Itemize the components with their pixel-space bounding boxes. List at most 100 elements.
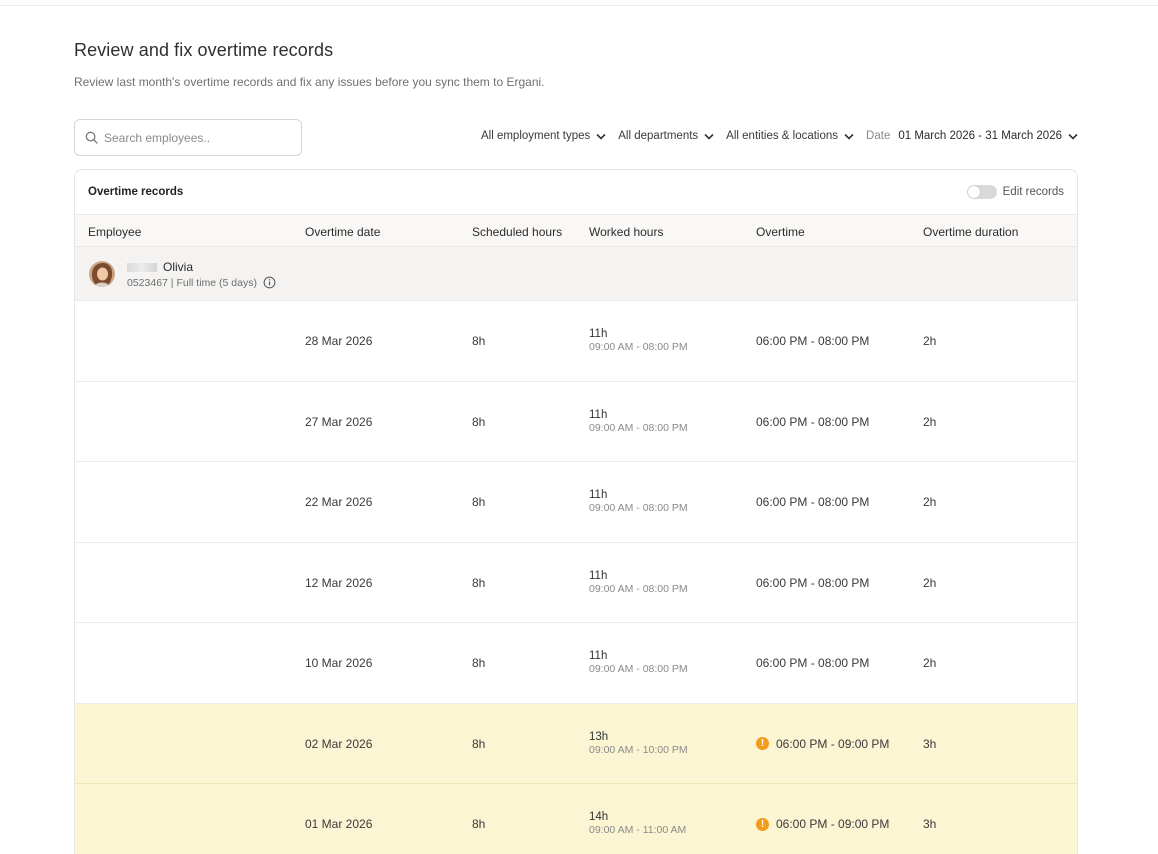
- scheduled-hours-cell: 8h: [472, 656, 486, 670]
- overtime-cell: 06:00 PM - 08:00 PM: [756, 334, 869, 348]
- worked-hours-range: 09:00 AM - 08:00 PM: [589, 663, 688, 675]
- column-header-overtime[interactable]: Overtime: [756, 225, 805, 239]
- redacted-surname: [127, 262, 157, 272]
- scheduled-hours-cell: 8h: [472, 414, 486, 429]
- date-filter[interactable]: Date 01 March 2026 - 31 March 2026: [866, 130, 1078, 142]
- column-header-overtime-date[interactable]: Overtime date: [305, 225, 380, 239]
- edit-records-label: Edit records: [1002, 186, 1064, 198]
- top-divider: [0, 5, 1158, 6]
- worked-hours-total: 11h: [589, 328, 608, 340]
- table-header: Employee Overtime date Scheduled hours W…: [75, 214, 1077, 247]
- scheduled-hours-cell: 8h: [472, 817, 486, 831]
- warning-icon[interactable]: !: [756, 817, 769, 831]
- overtime-duration-cell: 2h: [923, 656, 937, 670]
- worked-hours-range: 09:00 AM - 10:00 PM: [589, 743, 688, 756]
- employee-meta-text: 0523467 | Full time (5 days): [127, 276, 257, 289]
- overtime-duration-cell: 3h: [923, 817, 937, 831]
- table-row[interactable]: 02 Mar 2026 8h 13h 09:00 AM - 10:00 PM! 06:0…: [75, 703, 1077, 784]
- worked-hours-range: 09:00 AM - 08:00 PM: [589, 341, 688, 353]
- table-row[interactable]: 10 Mar 2026 8h 11h 09:00 AM - 08:00 PM 06:00…: [75, 623, 1077, 704]
- overtime-date-cell: 02 Mar 2026: [305, 736, 373, 751]
- department-filter-label: All departments: [618, 130, 699, 142]
- overtime-cell: 06:00 PM - 08:00 PM: [756, 576, 869, 590]
- table-body: 28 Mar 2026 8h 11h 09:00 AM - 08:00 PM 06:00…: [75, 301, 1077, 854]
- worked-hours-total: 11h: [589, 489, 608, 501]
- toggle-switch[interactable]: [966, 185, 997, 199]
- overtime-date-cell: 22 Mar 2026: [305, 495, 373, 509]
- employee-group-row[interactable]: Olivia 0523467 | Full time (5 days): [75, 247, 1077, 301]
- overtime-duration-cell: 2h: [923, 495, 937, 509]
- overtime-cell: 06:00 PM - 08:00 PM: [756, 656, 869, 670]
- overtime-range: 06:00 PM - 08:00 PM: [756, 575, 870, 590]
- scheduled-hours-cell: 8h: [472, 495, 486, 509]
- chevron-down-icon: [704, 133, 714, 140]
- worked-hours-range: 09:00 AM - 11:00 AM: [589, 824, 687, 836]
- overtime-date-cell: 10 Mar 2026: [305, 656, 373, 670]
- date-filter-value: 01 March 2026 - 31 March 2026: [898, 130, 1062, 142]
- toggle-knob: [967, 186, 980, 198]
- scheduled-hours-cell: 8h: [472, 575, 486, 590]
- overtime-date-cell: 12 Mar 2026: [305, 575, 373, 590]
- department-filter[interactable]: All departments: [618, 130, 714, 142]
- entities-filter[interactable]: All entities & locations: [726, 130, 854, 142]
- employee-name[interactable]: Olivia: [127, 260, 193, 274]
- date-filter-label: Date: [866, 130, 891, 142]
- worked-hours-cell: 11h 09:00 AM - 08:00 PM: [589, 409, 688, 434]
- worked-hours-total: 11h: [589, 650, 608, 662]
- employment-type-filter[interactable]: All employment types: [481, 130, 606, 142]
- filter-bar: All employment types All departments All…: [469, 130, 1078, 142]
- table-row[interactable]: 28 Mar 2026 8h 11h 09:00 AM - 08:00 PM 06:00…: [75, 301, 1077, 382]
- column-header-employee[interactable]: Employee: [88, 225, 141, 239]
- search-box[interactable]: [74, 119, 302, 156]
- overtime-range: 06:00 PM - 08:00 PM: [756, 495, 870, 509]
- overtime-cell: ! 06:00 PM - 09:00 PM: [756, 817, 889, 831]
- overtime-duration-cell: 2h: [923, 575, 937, 590]
- table-row[interactable]: 22 Mar 2026 8h 11h 09:00 AM - 08:00 PM 06:00…: [75, 462, 1077, 543]
- overtime-cell: 06:00 PM - 08:00 PM: [756, 495, 869, 509]
- employment-type-filter-label: All employment types: [480, 130, 591, 142]
- entities-filter-label: All entities & locations: [726, 130, 839, 142]
- worked-hours-total: 11h: [589, 569, 608, 582]
- table-row[interactable]: 12 Mar 2026 8h 11h 09:00 AM - 08:00 PM 06:00…: [75, 543, 1077, 623]
- worked-hours-cell: 13h 09:00 AM - 10:00 PM: [589, 731, 688, 756]
- chevron-down-icon: [1068, 133, 1078, 140]
- overtime-duration-cell: 2h: [923, 334, 937, 348]
- worked-hours-total: 14h: [589, 811, 609, 823]
- column-header-overtime-duration[interactable]: Overtime duration: [923, 225, 1018, 239]
- worked-hours-range: 09:00 AM - 08:00 PM: [589, 502, 688, 514]
- chevron-down-icon: [596, 133, 606, 140]
- scheduled-hours-cell: 8h: [472, 334, 486, 348]
- overtime-duration-cell: 2h: [923, 414, 937, 429]
- table-row[interactable]: 01 Mar 2026 8h 14h 09:00 AM - 11:00 AM! 06:0…: [75, 784, 1077, 854]
- card-header: Overtime records Edit records: [75, 170, 1077, 214]
- overtime-range: 06:00 PM - 09:00 PM: [776, 817, 890, 831]
- column-header-worked-hours[interactable]: Worked hours: [589, 225, 663, 239]
- employee-meta: 0523467 | Full time (5 days): [127, 276, 276, 289]
- worked-hours-cell: 11h 09:00 AM - 08:00 PM: [589, 570, 688, 595]
- info-icon[interactable]: [263, 276, 276, 289]
- page-subtitle: Review last month's overtime records and…: [74, 75, 545, 89]
- worked-hours-range: 09:00 AM - 08:00 PM: [589, 582, 688, 595]
- overtime-date-cell: 01 Mar 2026: [305, 817, 373, 831]
- worked-hours-cell: 11h 09:00 AM - 08:00 PM: [589, 650, 688, 675]
- worked-hours-cell: 11h 09:00 AM - 08:00 PM: [589, 328, 688, 353]
- worked-hours-cell: 11h 09:00 AM - 08:00 PM: [589, 489, 688, 514]
- overtime-range: 06:00 PM - 09:00 PM: [776, 736, 890, 751]
- chevron-down-icon: [844, 133, 854, 140]
- overtime-duration-cell: 3h: [923, 736, 937, 751]
- overtime-date-cell: 27 Mar 2026: [305, 414, 373, 429]
- column-header-scheduled-hours[interactable]: Scheduled hours: [472, 225, 562, 239]
- worked-hours-cell: 14h 09:00 AM - 11:00 AM: [589, 811, 686, 836]
- worked-hours-total: 13h: [589, 730, 609, 743]
- edit-records-toggle[interactable]: Edit records: [966, 185, 1064, 199]
- warning-icon[interactable]: !: [756, 737, 769, 750]
- search-input[interactable]: [104, 130, 294, 145]
- worked-hours-range: 09:00 AM - 08:00 PM: [589, 421, 688, 434]
- scheduled-hours-cell: 8h: [472, 736, 486, 751]
- worked-hours-total: 11h: [589, 408, 608, 421]
- search-icon: [85, 131, 98, 144]
- overtime-cell: ! 06:00 PM - 09:00 PM: [756, 737, 889, 751]
- table-row[interactable]: 27 Mar 2026 8h 11h 09:00 AM - 08:00 PM 06:00…: [75, 382, 1077, 462]
- page-title: Review and fix overtime records: [74, 40, 334, 60]
- overtime-cell: 06:00 PM - 08:00 PM: [756, 415, 869, 429]
